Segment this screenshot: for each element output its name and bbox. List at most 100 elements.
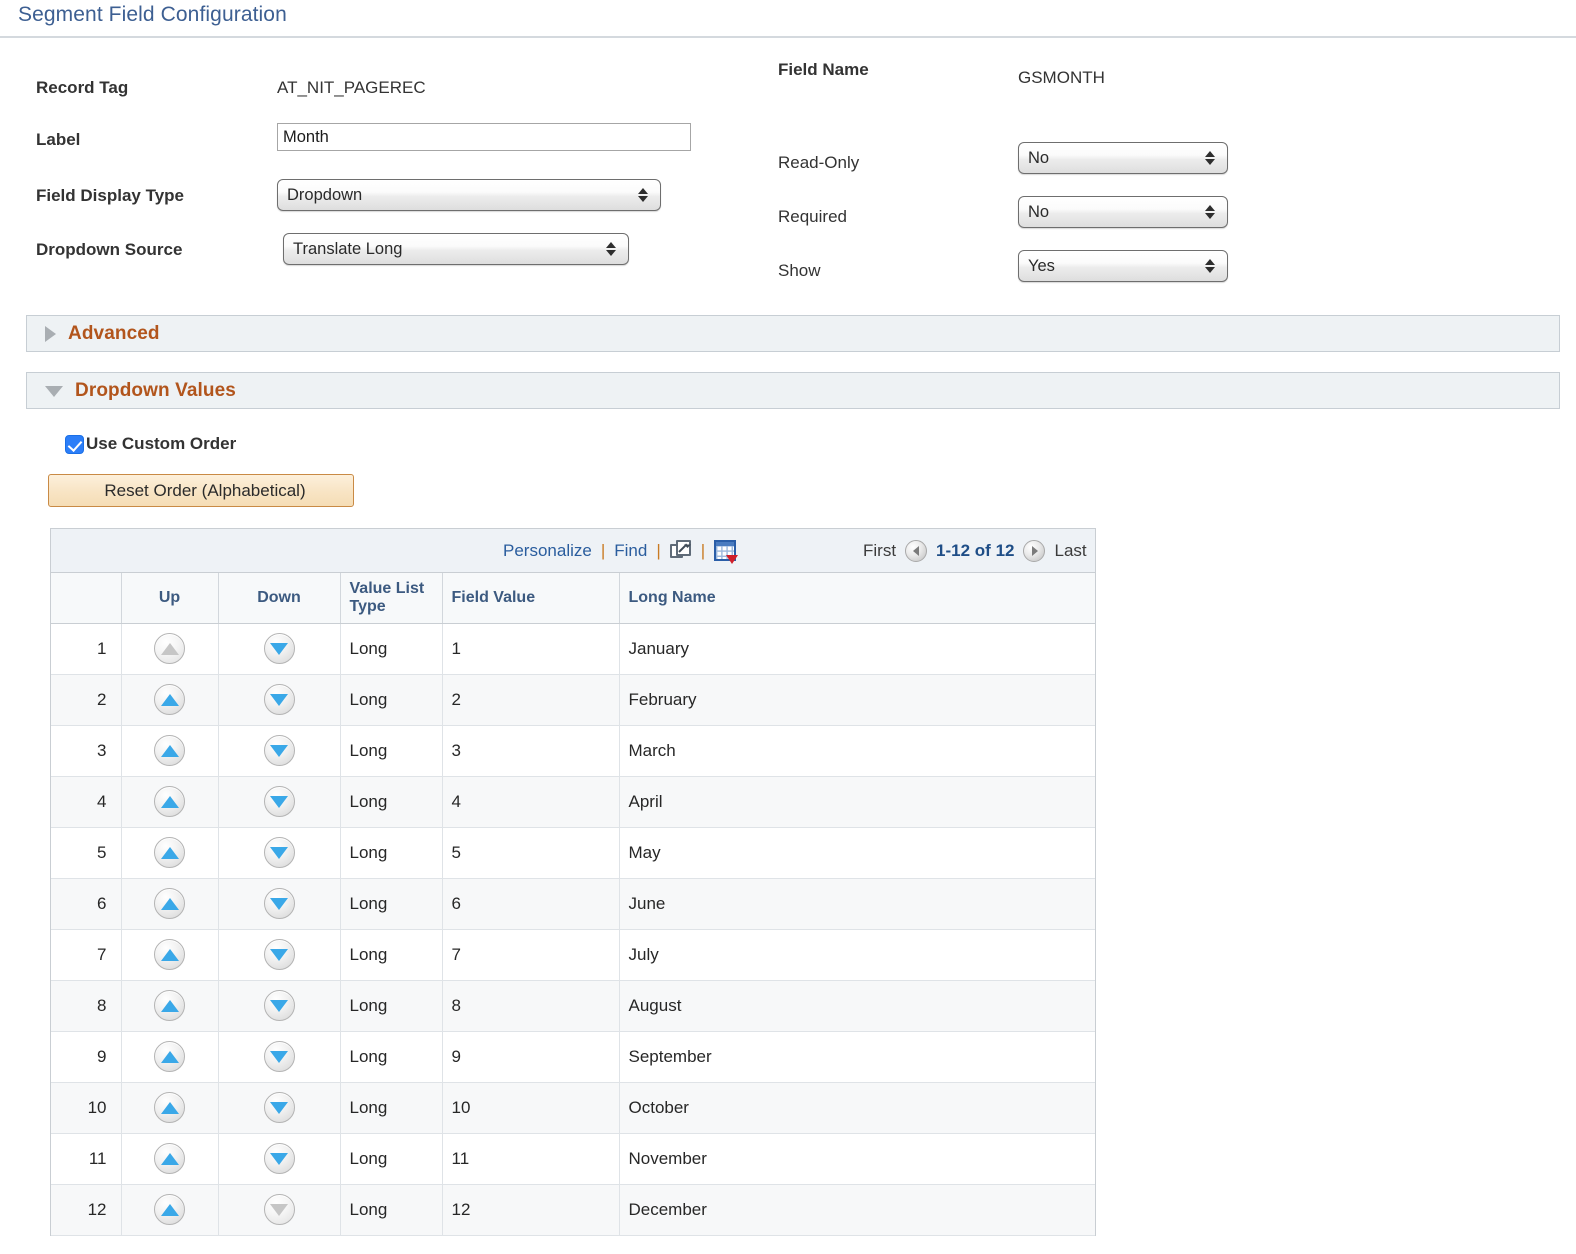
field-value-cell: 3: [442, 725, 620, 777]
move-up-cell: [121, 1031, 219, 1083]
use-custom-order-label: Use Custom Order: [86, 434, 237, 453]
arrow-down-icon: [270, 1101, 288, 1114]
arrow-down-icon: [270, 1203, 288, 1216]
move-down-button[interactable]: [263, 786, 295, 818]
table-row: 9 Long 9 September: [51, 1031, 1095, 1083]
value-list-type-cell: Long: [340, 725, 443, 777]
value-list-type-cell: Long: [340, 827, 443, 879]
move-down-cell: [218, 674, 341, 726]
table-row: 3 Long 3 March: [51, 725, 1095, 777]
required-value: No: [1028, 202, 1050, 221]
arrow-down-icon: [270, 1152, 288, 1165]
dropdown-source-select[interactable]: Translate Long: [283, 233, 629, 265]
long-name-cell: March: [619, 725, 1095, 777]
section-dropdown-values-label: Dropdown Values: [75, 379, 236, 401]
chevron-down-icon: [45, 386, 63, 397]
row-number: 8: [51, 980, 122, 1032]
move-down-button[interactable]: [263, 1092, 295, 1124]
arrow-down-icon: [270, 948, 288, 961]
move-down-button[interactable]: [263, 939, 295, 971]
move-down-button[interactable]: [263, 837, 295, 869]
table-row: 11 Long 11 November: [51, 1133, 1095, 1185]
required-select[interactable]: No: [1018, 196, 1228, 228]
dropdown-values-table: Up Down Value List Type Field Value Long…: [51, 573, 1095, 1236]
move-down-button[interactable]: [263, 1041, 295, 1073]
move-down-button[interactable]: [263, 684, 295, 716]
row-number: 3: [51, 725, 122, 777]
arrow-up-icon: [160, 1101, 179, 1114]
value-list-type-cell: Long: [340, 1133, 443, 1185]
table-row: 8 Long 8 August: [51, 980, 1095, 1032]
move-down-button[interactable]: [263, 735, 295, 767]
value-list-type-cell: Long: [340, 980, 443, 1032]
move-down-button[interactable]: [263, 1143, 295, 1175]
move-up-button[interactable]: [154, 1041, 185, 1073]
find-link[interactable]: Find: [614, 541, 647, 561]
show-label: Show: [778, 261, 821, 280]
field-value-cell: 5: [442, 827, 620, 879]
move-down-button[interactable]: [263, 990, 295, 1022]
row-number: 7: [51, 929, 122, 981]
move-up-button[interactable]: [154, 684, 185, 716]
long-name-cell: November: [619, 1133, 1095, 1185]
first-page-link[interactable]: First: [863, 541, 896, 561]
move-up-button[interactable]: [154, 939, 185, 971]
section-dropdown-values[interactable]: Dropdown Values: [26, 372, 1560, 409]
reset-order-button[interactable]: Reset Order (Alphabetical): [48, 474, 354, 507]
arrow-down-icon: [270, 693, 288, 706]
value-list-type-cell: Long: [340, 878, 443, 930]
previous-page-button[interactable]: [905, 540, 928, 562]
value-list-type-cell: Long: [340, 776, 443, 828]
use-custom-order-checkbox[interactable]: [65, 434, 84, 454]
arrow-up-icon: [160, 642, 179, 655]
read-only-select[interactable]: No: [1018, 142, 1228, 174]
move-up-button[interactable]: [154, 990, 185, 1022]
field-value-cell: 4: [442, 776, 620, 828]
section-advanced-label: Advanced: [68, 322, 160, 344]
label-input[interactable]: [277, 123, 691, 151]
move-down-button[interactable]: [263, 633, 295, 665]
move-up-button[interactable]: [154, 1092, 185, 1124]
field-name-value: GSMONTH: [1018, 68, 1105, 87]
use-custom-order-row[interactable]: Use Custom Order: [65, 434, 236, 454]
move-up-cell: [121, 980, 219, 1032]
personalize-link[interactable]: Personalize: [503, 541, 592, 561]
move-up-button[interactable]: [154, 786, 185, 818]
field-display-type-select[interactable]: Dropdown: [277, 179, 661, 211]
table-row: 6 Long 6 June: [51, 878, 1095, 930]
move-up-button[interactable]: [154, 1143, 185, 1175]
new-window-icon[interactable]: [669, 540, 692, 562]
table-row: 2 Long 2 February: [51, 674, 1095, 726]
value-list-type-cell: Long: [340, 1082, 443, 1134]
form-area: Record Tag AT_NIT_PAGEREC Label Field Di…: [0, 46, 1576, 304]
field-value-cell: 6: [442, 878, 620, 930]
next-page-button[interactable]: [1023, 540, 1046, 562]
chevron-updown-icon: [1201, 143, 1219, 173]
arrow-down-icon: [270, 744, 288, 757]
arrow-up-icon: [160, 897, 179, 910]
move-up-cell: [121, 827, 219, 879]
record-tag-label: Record Tag: [36, 78, 129, 97]
arrow-down-icon: [270, 897, 288, 910]
move-up-button[interactable]: [154, 1194, 185, 1226]
grid-toolbar: Personalize | Find | | First 1-12 of 12 …: [51, 529, 1095, 573]
long-name-cell: December: [619, 1184, 1095, 1236]
move-down-cell: [218, 725, 341, 777]
show-select[interactable]: Yes: [1018, 250, 1228, 282]
table-row: 4 Long 4 April: [51, 776, 1095, 828]
field-value-cell: 10: [442, 1082, 620, 1134]
download-to-excel-icon[interactable]: [714, 540, 739, 564]
move-up-button[interactable]: [154, 837, 185, 869]
move-up-cell: [121, 674, 219, 726]
section-advanced[interactable]: Advanced: [26, 315, 1560, 352]
move-up-button[interactable]: [154, 888, 185, 920]
field-value-cell: 12: [442, 1184, 620, 1236]
last-page-link[interactable]: Last: [1054, 541, 1086, 561]
move-down-cell: [218, 1184, 341, 1236]
move-down-button[interactable]: [263, 888, 295, 920]
chevron-updown-icon: [1201, 251, 1219, 281]
grid-toolbar-links: Personalize | Find | |: [503, 529, 739, 573]
dropdown-source-label: Dropdown Source: [36, 240, 183, 259]
move-up-button[interactable]: [154, 735, 185, 767]
row-number: 10: [51, 1082, 122, 1134]
